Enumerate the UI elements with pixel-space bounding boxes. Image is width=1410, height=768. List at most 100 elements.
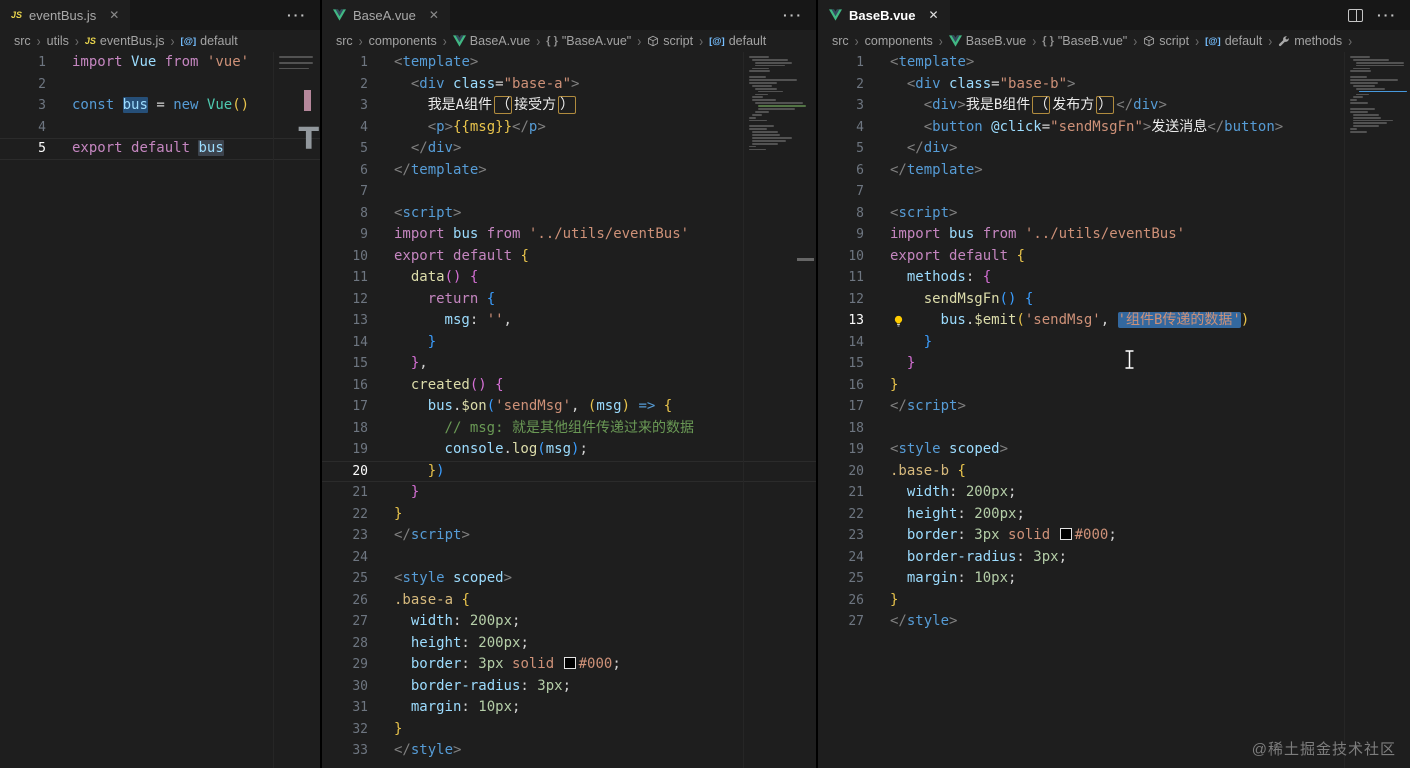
line-number: 4: [38, 119, 46, 135]
code-line: 9 import bus from '../utils/eventBus': [322, 224, 816, 246]
breadcrumb-item[interactable]: script: [1143, 34, 1189, 48]
breadcrumb-item[interactable]: { } "BaseB.vue": [1042, 34, 1127, 48]
line-number: 26: [848, 592, 864, 608]
tab-label: BaseA.vue: [353, 7, 416, 23]
breadcrumb-item[interactable]: [@] default: [709, 34, 766, 48]
code-line: 7: [818, 181, 1410, 203]
code-line: 19 console.log(msg);: [322, 439, 816, 461]
minimap-mark-i: [304, 90, 311, 111]
close-icon[interactable]: ✕: [928, 8, 938, 22]
line-number: 33: [352, 743, 368, 758]
breadcrumb-item[interactable]: src: [832, 34, 849, 48]
chevron-right-icon: ›: [637, 32, 642, 50]
line-number: 25: [848, 571, 864, 586]
scrollbar-handle[interactable]: [797, 258, 814, 261]
breadcrumb-label: default: [200, 34, 238, 48]
line-number: 20: [848, 463, 864, 479]
tab-label: BaseB.vue: [849, 7, 916, 23]
chevron-right-icon: ›: [1195, 32, 1200, 50]
tab-bar: JS eventBus.js ✕ ···: [0, 0, 320, 30]
breadcrumb-item[interactable]: BaseB.vue: [948, 34, 1026, 48]
breadcrumb-item[interactable]: JS eventBus.js: [85, 34, 165, 48]
code-area[interactable]: 1 <template> 2 <div class="base-b"> 3 <div>我是…: [818, 52, 1410, 768]
code-line: 11 data() {: [322, 267, 816, 289]
minimap[interactable]: [743, 52, 816, 768]
line-number: 6: [360, 162, 368, 178]
tab-BaseA[interactable]: BaseA.vue ✕: [322, 0, 450, 30]
tab-BaseB[interactable]: BaseB.vue ✕: [818, 0, 950, 30]
breadcrumb: src › components › BaseB.vue › { } "BaseB.vue" ›…: [818, 30, 1410, 52]
code-line: 26 .base-a {: [322, 590, 816, 612]
code-line: 13 msg: '',: [322, 310, 816, 332]
line-number: 7: [856, 184, 864, 199]
chevron-right-icon: ›: [442, 32, 447, 50]
line-number: 1: [38, 55, 46, 70]
more-actions-button[interactable]: ···: [287, 8, 307, 22]
code-line: 25 <style scoped>: [322, 568, 816, 590]
line-number: 32: [352, 721, 368, 737]
breadcrumb-item[interactable]: components: [865, 34, 933, 48]
tab-bar: BaseA.vue ✕ ···: [322, 0, 816, 30]
breadcrumb-item[interactable]: components: [369, 34, 437, 48]
chevron-right-icon: ›: [1032, 32, 1037, 50]
line-number: 17: [352, 399, 368, 414]
line-number: 8: [856, 205, 864, 221]
breadcrumb-label: script: [663, 34, 694, 48]
lightbulb-icon[interactable]: [892, 314, 905, 327]
color-swatch[interactable]: [563, 657, 576, 669]
breadcrumb-item[interactable]: src: [14, 34, 31, 48]
code-line: 16}: [818, 375, 1410, 397]
line-number: 16: [352, 377, 368, 393]
chevron-right-icon: ›: [699, 32, 704, 50]
breadcrumb-item[interactable]: [@] default: [181, 34, 238, 48]
code-line: 24: [322, 547, 816, 569]
vue-file-icon: [829, 9, 842, 21]
line-number: 20: [352, 463, 368, 479]
js-file-icon: JS: [84, 36, 96, 46]
code-line: 9 import bus from '../utils/eventBus': [818, 224, 1410, 246]
code-line: 16 created() {: [322, 375, 816, 397]
symbol-variable-icon: [@]: [1205, 35, 1221, 47]
line-number: 31: [352, 700, 368, 715]
code-area[interactable]: 1 <template> 2 <div class="base-a"> 3 我是A组件（接…: [322, 52, 816, 768]
code-line: 15}: [818, 353, 1410, 375]
code-line: 18// msg: 就是其他组件传递过来的数据: [322, 418, 816, 440]
code-line: 27 </style>: [818, 611, 1410, 633]
color-swatch[interactable]: [1059, 528, 1072, 540]
line-number: 16: [848, 377, 864, 393]
breadcrumb-item[interactable]: BaseA.vue: [452, 34, 530, 48]
script-module-icon: [648, 35, 659, 47]
minimap[interactable]: [1344, 52, 1410, 768]
close-icon[interactable]: ✕: [429, 8, 439, 22]
breadcrumb-item[interactable]: script: [647, 34, 693, 48]
more-actions-button[interactable]: ···: [783, 8, 803, 22]
line-number: 11: [352, 270, 368, 285]
minimap[interactable]: T: [273, 52, 320, 768]
breadcrumb-item[interactable]: src: [336, 34, 353, 48]
line-number: 15: [352, 356, 368, 371]
more-actions-button[interactable]: ···: [1377, 8, 1397, 22]
code-area[interactable]: 1 import Vue from 'vue' 2 3 const bus = new …: [0, 52, 320, 768]
breadcrumb-label: src: [832, 34, 849, 48]
close-icon[interactable]: ✕: [109, 8, 119, 22]
tab-eventBus[interactable]: JS eventBus.js ✕: [0, 0, 131, 30]
chevron-right-icon: ›: [1348, 32, 1353, 50]
breadcrumb-item[interactable]: utils: [47, 34, 69, 48]
code-line: 4 <p>{{msg}}</p>: [322, 117, 816, 139]
breadcrumb-label: utils: [46, 34, 69, 48]
breadcrumb-item[interactable]: { } "BaseA.vue": [546, 34, 631, 48]
code-line: 3 const bus = new Vue(): [0, 95, 320, 117]
breadcrumb-label: components: [864, 34, 933, 48]
code-line: 21 width: 200px;: [818, 482, 1410, 504]
breadcrumb-item[interactable]: [@] default: [1205, 34, 1262, 48]
split-editor-button[interactable]: [1348, 8, 1363, 22]
breadcrumb-item[interactable]: methods: [1278, 34, 1342, 48]
code-line: 12 return {: [322, 289, 816, 311]
line-number: 14: [352, 334, 368, 350]
tab-actions: ···: [783, 0, 816, 30]
chevron-right-icon: ›: [854, 32, 859, 50]
line-number: 22: [848, 506, 864, 522]
line-number: 14: [848, 334, 864, 350]
chevron-right-icon: ›: [74, 32, 79, 50]
object-braces-icon: { }: [1042, 35, 1054, 47]
